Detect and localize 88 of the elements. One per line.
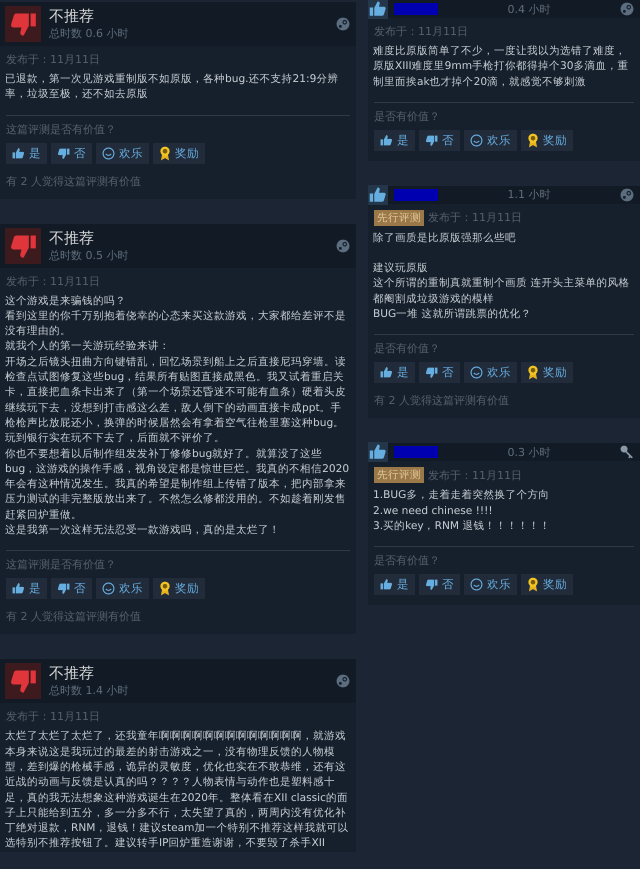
review-text: 2.we need chinese !!!! (373, 504, 494, 519)
posted-date: 发布于：11月11日 (6, 52, 100, 67)
helpful-prompt: 这篇评测是否有价值？ (5, 122, 117, 137)
award-icon (527, 577, 539, 592)
review-text: 这个游戏是来骗钱的吗？ (5, 294, 127, 309)
yes-button[interactable]: 是 (374, 362, 415, 384)
thumbs-up-icon (12, 582, 25, 596)
playtime-text: 0.4 小时 (506, 2, 552, 16)
award-icon (159, 146, 171, 161)
award-button[interactable]: 奖励 (153, 578, 205, 600)
helpful-prompt: 这篇评测是否有价值？ (5, 557, 117, 572)
playtime-text: 总时数 0.6 小时 (49, 26, 130, 41)
review-text: 这是我第一次这样无法忍受一款游戏吗，真的是太烂了！ (5, 523, 281, 538)
thumbs-down-icon (425, 578, 438, 592)
no-button[interactable]: 否 (419, 362, 460, 384)
award-icon (527, 132, 539, 148)
posted-date: 发布于：11月11日 (6, 274, 100, 289)
playtime-text: 1.1 小时 (506, 187, 552, 202)
redaction-bar (394, 446, 438, 458)
funny-button[interactable]: 欢乐 (464, 574, 517, 596)
helpful-prompt: 是否有价值？ (373, 341, 441, 356)
posted-date: 发布于：11月11日 (6, 709, 100, 724)
redaction-bar (394, 188, 438, 201)
playtime-text: 0.3 小时 (506, 444, 552, 460)
award-button[interactable]: 奖励 (521, 362, 573, 384)
review-text: 太烂了太烂了太烂了，还我童年啊啊啊啊啊啊啊啊啊啊啊啊啊，就游戏本身来说这是我玩过的最差的射击游戏之一，没有物理反馈的人物模型，差到爆的枪械手感，诡异的灵敏度，优化也实在不敢恭维，还有这近战的动画与反馈是认真的吗？？？？人物表情与动作也是塑料感十足，真的我无法想象这种游戏诞生在2020年。整体看在XII classic的面子上只能给到五分，多一分多不行，太失望了真的，两周内没有优化补丁绝对退款，RNM，退钱！建议steam加一个特别不推荐这样我就可以选特别不推荐按钮了。建议转手IP回炉重造谢谢，不要毁了杀手XII (5, 729, 350, 852)
no-button[interactable]: 否 (419, 130, 460, 151)
smiley-icon (470, 578, 483, 592)
helpful-count: 有 2 人觉得这篇评测有价值 (5, 609, 142, 626)
thumbs-down-icon (425, 134, 438, 147)
smiley-icon (470, 366, 483, 380)
early-access-badge: 先行评测 (374, 467, 424, 484)
review-text: 你也不要想着以后制作组发发补丁修修bug就好了。就算没了这些bug，这游戏的操作手感，视角设定都是惊世巨烂。我真的不相信2020年会有这种情况发生。我真的希望是制作组上传错了版本，把内部拿来压力测试的非完整版放出来了。不然怎么修都没用的。不如趁着刚发售赶紧回炉重做。 (5, 446, 350, 523)
helpful-count: 有 2 人觉得这篇评测有价值 (373, 393, 510, 410)
review-text: 这个所谓的重制真就重制个画质 连开头主菜单的风格都阉割成垃圾游戏的模样 (373, 276, 630, 307)
helpful-count: 有 2 人觉得这篇评测有价值 (5, 174, 142, 190)
review-text: BUG一堆 这就所谓跳票的优化？ (373, 307, 533, 322)
award-icon (527, 365, 539, 380)
funny-button[interactable]: 欢乐 (464, 362, 517, 384)
award-button[interactable]: 奖励 (153, 142, 205, 164)
playtime-text: 总时数 0.5 小时 (49, 248, 130, 263)
smiley-icon (102, 146, 115, 160)
thumbs-up-icon (12, 146, 25, 160)
verdict-text: 不推荐 (49, 228, 95, 247)
no-button[interactable]: 否 (51, 578, 92, 600)
smiley-icon (102, 582, 115, 596)
no-button[interactable]: 否 (419, 574, 460, 596)
award-icon (159, 581, 171, 596)
helpful-prompt: 是否有价值？ (373, 553, 441, 568)
yes-button[interactable]: 是 (6, 578, 47, 600)
review-text: 除了画质是比原版强那么些吧 (373, 230, 517, 246)
helpful-prompt: 是否有价值？ (373, 108, 441, 124)
review-text: 开场之后镜头扭曲方向键错乱，回忆场景到船上之后直接尼玛穿墙。读检查点试图修复这些bug，结果所有贴图直接成黑色。我又试着重启关卡，直接把血条卡出来了（第一个场景还昏迷不可能有血条）硬着头皮继续玩下去，没想到打击感这么差，敌人倒下的动画直接卡成ppt。手枪枪声比放屁还小，换弹的时候居然会有拿着空气往枪里塞这种bug。玩到银行实在玩不下去了，后面就不评价了。 (5, 354, 347, 446)
early-access-badge: 先行评测 (374, 210, 424, 226)
yes-button[interactable]: 是 (6, 142, 47, 164)
playtime-text: 总时数 1.4 小时 (49, 683, 130, 698)
thumbs-down-icon (425, 366, 438, 380)
review-text: 1.BUG多，走着走着突然换了个方向 (373, 488, 550, 504)
review-text: 已退款，第一次见游戏重制版不如原版，各种bug.还不支持21:9分辨率，垃圾至极，还不如去原版 (5, 72, 340, 102)
redaction-bar (394, 3, 438, 15)
yes-button[interactable]: 是 (374, 574, 415, 596)
thumbs-down-icon (57, 582, 70, 596)
review-text: 看到这里的你千万别抱着侥幸的心态来买这款游戏，大家都给差评不是没有理由的。 (5, 308, 347, 340)
thumbs-down-icon (57, 146, 70, 160)
thumbs-up-icon (380, 366, 393, 380)
funny-button[interactable]: 欢乐 (96, 142, 149, 164)
funny-button[interactable]: 欢乐 (464, 130, 517, 151)
posted-date: 发布于：11月11日 (428, 468, 522, 483)
posted-date: 发布于：11月11日 (428, 210, 522, 226)
thumbs-up-icon (380, 578, 393, 592)
steam-icon (336, 674, 350, 688)
no-button[interactable]: 否 (51, 142, 92, 164)
steam-icon (336, 17, 350, 31)
review-text: 就我个人的第一关游玩经验来讲： (5, 339, 171, 354)
verdict-text: 不推荐 (49, 7, 95, 25)
review-text: 难度比原版简单了不少，一度让我以为选错了难度，原版XIII难度里9mm手枪打你都得掉个30多滴血，重制里面挨ak也才掉个20滴，就感觉不够刺激 (373, 44, 630, 90)
thumbs-up-icon (380, 134, 393, 147)
smiley-icon (470, 134, 483, 147)
award-button[interactable]: 奖励 (521, 574, 573, 596)
review-text: 3.买的key，RNM 退钱！！！！！！ (373, 518, 552, 534)
award-button[interactable]: 奖励 (521, 130, 573, 151)
key-icon (620, 445, 634, 460)
yes-button[interactable]: 是 (374, 130, 415, 151)
review-text: 建议玩原版 (373, 261, 429, 276)
verdict-text: 不推荐 (49, 664, 95, 682)
funny-button[interactable]: 欢乐 (96, 578, 149, 600)
posted-date: 发布于：11月11日 (374, 24, 468, 39)
steam-icon (336, 238, 350, 253)
